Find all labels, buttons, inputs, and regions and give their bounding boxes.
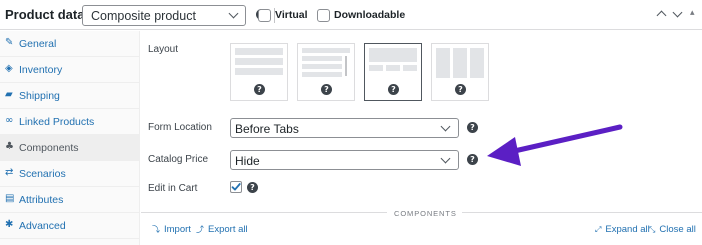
annotation-arrow bbox=[487, 124, 623, 166]
